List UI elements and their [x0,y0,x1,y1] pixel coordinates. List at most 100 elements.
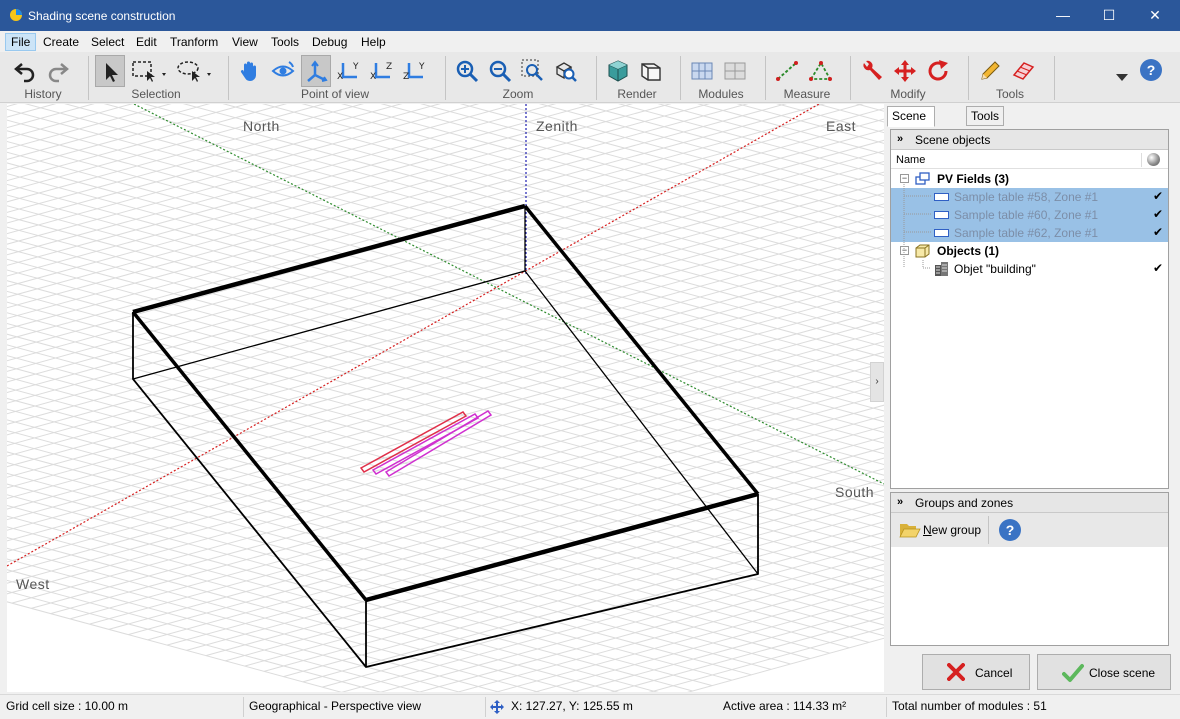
toolbar: History Selection XY XZ ZY Point of view [0,52,1180,103]
cancel-button[interactable]: Cancel [922,654,1030,690]
measure-distance-button[interactable] [772,55,802,87]
status-separator [243,697,244,717]
zoom-out-button[interactable] [485,55,515,87]
grid-line [456,574,884,692]
panel-collapse-handle[interactable]: › [870,362,884,402]
pv-table-58[interactable] [359,411,468,473]
view-xz-button[interactable]: XZ [367,55,397,87]
scene-canvas[interactable] [7,104,884,692]
lasso-select-button[interactable] [173,55,215,87]
column-divider [1141,153,1142,167]
grid-line [379,552,884,692]
group-label-modify: Modify [890,87,926,101]
menu-debug[interactable]: Debug [307,33,352,51]
measure-distance-icon [776,61,798,81]
minimize-button[interactable]: — [1040,0,1086,31]
visible-check-icon[interactable]: ✔ [1153,189,1163,203]
modules-alt-button[interactable] [720,55,750,87]
label-zenith: Zenith [536,118,578,134]
close-scene-button[interactable]: Close scene [1037,654,1171,690]
label-east: East [826,118,857,134]
tree-column-header: Name [891,151,1168,169]
status-separator [485,697,486,717]
scene-viewport[interactable]: North Zenith East South West [7,104,884,692]
status-grid-size: Grid cell size : 10.00 m [6,699,129,713]
view-xy-button[interactable]: XY [334,55,364,87]
pan-button[interactable] [235,55,265,87]
groups-zones-header[interactable]: » Groups and zones [891,493,1168,513]
status-active-area: Active area : 114.33 m² [723,699,847,713]
groups-help-button[interactable]: ? [999,519,1021,541]
grid-line [648,627,884,692]
scene-objects-header[interactable]: » Scene objects [891,130,1168,150]
render-solid-button[interactable] [603,55,633,87]
help-button[interactable]: ? [1140,59,1162,81]
zoom-fit-icon [555,62,577,82]
grid-line [7,319,884,563]
menu-edit[interactable]: Edit [131,33,162,51]
grid-line [436,104,884,291]
visible-check-icon[interactable]: ✔ [1153,207,1163,221]
tab-scene-objects[interactable]: Scene objects [887,106,936,141]
perspective-3d-button[interactable] [301,55,331,87]
menu-create[interactable]: Create [38,33,84,51]
zoom-window-button[interactable] [518,55,548,87]
group-label-measure: Measure [783,87,831,101]
select-pointer-button[interactable] [95,55,125,87]
group-label-tools: Tools [995,87,1024,101]
measure-angle-button[interactable] [805,55,835,87]
undo-button[interactable] [10,55,40,87]
render-wireframe-button[interactable] [636,55,666,87]
orbit-view-button[interactable] [268,55,298,87]
zoom-in-button[interactable] [452,55,482,87]
menu-transform[interactable]: Tranform [165,33,223,51]
modules-grid-button[interactable] [687,55,717,87]
grid-line [7,104,403,213]
menu-help[interactable]: Help [356,33,391,51]
menu-file[interactable]: File [5,33,37,51]
grid-line [357,104,884,313]
move-button[interactable] [890,55,920,87]
close-window-button[interactable]: ✕ [1132,0,1178,31]
tree-label: Objet "building" [954,262,1036,276]
column-name[interactable]: Name [896,154,925,166]
tab-tools[interactable]: Tools [966,106,1005,126]
pencil-tool-button[interactable] [975,55,1005,87]
measure-angle-icon [809,61,832,81]
visible-check-icon[interactable]: ✔ [1153,261,1163,275]
collapse-chevron-icon: » [897,496,904,508]
visibility-sphere-icon[interactable] [1147,153,1160,166]
menu-tools[interactable]: Tools [266,33,304,51]
toolbar-separator [968,56,969,100]
visible-check-icon[interactable]: ✔ [1153,225,1163,239]
toolbar-separator [850,56,851,100]
modify-tool-button[interactable] [857,55,887,87]
toolbar-overflow-icon[interactable] [1116,74,1128,82]
maximize-button[interactable]: ☐ [1086,0,1132,31]
zoom-out-icon [489,60,512,83]
grid-line [7,104,288,182]
menu-select[interactable]: Select [86,33,129,51]
grid-line [7,171,884,415]
grid-line [7,104,211,160]
pv-table-60[interactable] [371,413,480,475]
hand-icon [240,61,256,81]
axes-xz-icon: XZ [370,62,392,82]
eraser-tool-button[interactable] [1008,55,1038,87]
svg-text:X: X [337,72,343,82]
view-zy-button[interactable]: ZY [400,55,430,87]
new-group-button[interactable]: New group [895,517,985,543]
rectangle-select-button[interactable] [128,55,170,87]
menu-view[interactable]: View [227,33,263,51]
toolbar-separator [445,56,446,100]
move-arrows-icon [894,60,916,82]
rectangle-select-icon [132,61,166,82]
toolbar-separator [765,56,766,100]
grid-line [7,104,864,341]
app-icon [10,9,22,21]
undo-icon [14,63,35,83]
zoom-fit-button[interactable] [551,55,581,87]
redo-button[interactable] [43,55,73,87]
rotate-button[interactable] [923,55,953,87]
eraser-icon [1012,62,1035,80]
